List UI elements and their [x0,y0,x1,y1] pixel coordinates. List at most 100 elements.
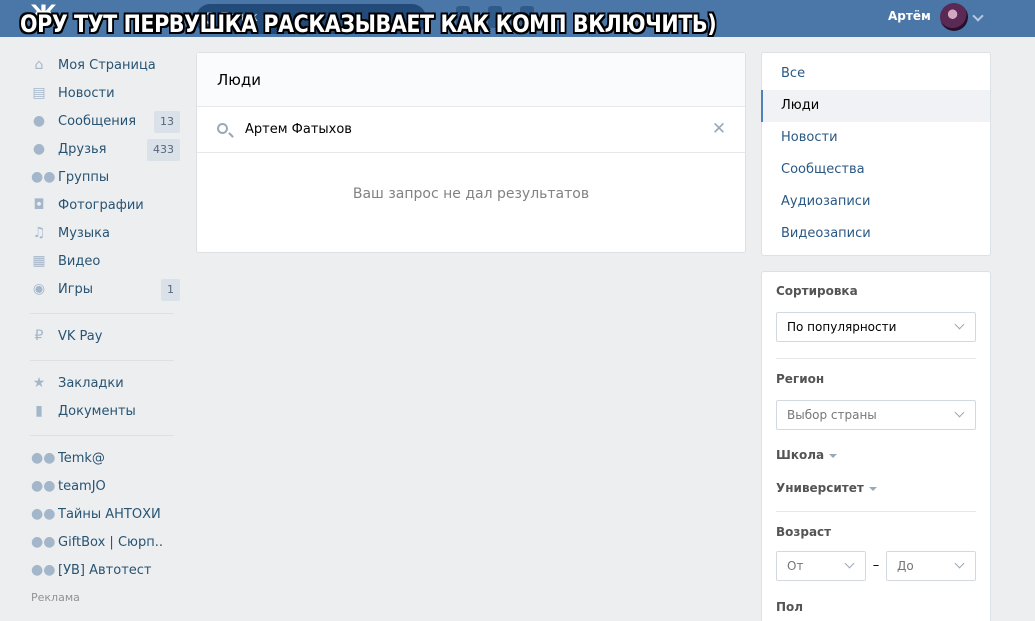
country-select-placeholder: Выбор страны [787,408,877,422]
tab-2[interactable]: Новости [762,122,990,154]
search-results-card: Люди Артем Фатыхов ✕ Ваш запрос не дал р… [196,52,746,253]
sidebar-item-label: Фотографии [58,198,144,213]
sidebar-item-label: Друзья [58,142,107,157]
games-icon: ◉ [32,281,46,297]
count-badge: 1 [161,279,180,301]
sidebar-item-friends[interactable]: ● Друзья 433 [30,136,180,164]
home-icon: ⌂ [34,57,44,73]
tab-1[interactable]: Люди [761,90,990,122]
search-section-tabs: Все Люди Новости Сообщества Аудиозаписи Видео… [761,52,991,256]
sidebar-item-games[interactable]: ◉ Игры 1 [30,276,180,304]
chevron-down-icon [954,319,965,330]
tab-0[interactable]: Все [762,58,990,90]
country-select[interactable]: Выбор страны [776,400,976,430]
region-title: Регион [776,372,825,386]
sidebar-item-community-4[interactable]: ●● [УВ] Автотест [30,557,180,585]
sidebar-item-messages[interactable]: ● Сообщения 13 [30,108,180,136]
search-filters: Сортировка По популярности Регион Выбор … [761,271,991,621]
sidebar-item-label: Тайны АНТОХИ [58,507,161,522]
community-icon: ●● [31,478,56,494]
groups-icon: ●● [31,169,56,185]
university-filter-toggle[interactable]: Университет [776,481,976,495]
age-to-value: До [897,559,914,573]
meme-caption: ОРУ ТУТ ПЕРВУШКА РАСКАЗЫВАЕТ КАК КОМП ВК… [20,10,717,38]
close-icon[interactable]: ✕ [711,119,727,139]
sidebar-divider [30,360,174,361]
people-search-bar: Артем Фатыхов ✕ [197,107,745,153]
sidebar: ⌂ Моя Страница ▤ Новости ● Сообщения 13 ● Друзья… [30,52,180,604]
chevron-down-icon [972,10,984,22]
age-title: Возраст [776,525,832,539]
sidebar-item-label: Группы [58,170,110,185]
sidebar-item-news[interactable]: ▤ Новости [30,80,180,108]
top-user-name: Артём [888,9,931,23]
count-badge: 433 [147,139,180,161]
sidebar-item-label: GiftBox | Сюрп.. [58,535,163,550]
filter-divider [776,511,976,512]
age-from-value: От [787,559,804,573]
sidebar-item-label: Музыка [58,226,110,241]
friends-icon: ● [32,141,46,157]
community-icon: ●● [31,506,56,522]
age-from-select[interactable]: От [776,551,866,581]
document-icon: ▮ [35,403,43,419]
tab-3[interactable]: Сообщества [762,154,990,186]
sidebar-item-label: Документы [58,404,136,419]
age-range-dash: – [872,558,880,573]
camera-icon: ◘ [33,197,45,213]
sidebar-item-home[interactable]: ⌂ Моя Страница [30,52,180,80]
school-filter-toggle[interactable]: Школа [776,448,976,462]
sidebar-item-community-0[interactable]: ●● Temk@ [30,445,180,473]
community-icon: ●● [31,562,56,578]
age-to-select[interactable]: До [886,551,976,581]
dropdown-arrow-icon [829,453,838,458]
count-badge: 13 [154,111,180,133]
sidebar-divider [30,435,174,436]
sort-title: Сортировка [776,284,858,298]
page-title: Люди [197,53,745,107]
filter-divider [776,358,976,359]
community-icon: ●● [31,450,56,466]
dropdown-arrow-icon [868,486,877,491]
sidebar-item-document[interactable]: ▮ Документы [30,398,180,426]
sidebar-item-community-3[interactable]: ●● GiftBox | Сюрп.. [30,529,180,557]
sidebar-item-label: teamJO [58,479,106,494]
search-icon [217,123,228,134]
sort-select-value: По популярности [787,320,897,334]
sidebar-item-community-2[interactable]: ●● Тайны АНТОХИ [30,501,180,529]
tab-5[interactable]: Видеозаписи [762,218,990,250]
chevron-down-icon [844,558,855,569]
music-icon: ♫ [32,225,46,241]
school-filter-label: Школа [776,448,825,462]
sidebar-item-video[interactable]: ▦ Видео [30,248,180,276]
community-icon: ●● [31,534,56,550]
sidebar-item-label: Сообщения [58,114,137,129]
chevron-down-icon [954,407,965,418]
tab-4[interactable]: Аудиозаписи [762,186,990,218]
sidebar-item-vkpay[interactable]: ₽ VK Pay [30,323,180,351]
sidebar-item-groups[interactable]: ●● Группы [30,164,180,192]
messages-icon: ● [32,113,46,129]
video-icon: ▦ [32,253,46,269]
sidebar-item-music[interactable]: ♫ Музыка [30,220,180,248]
sidebar-item-community-1[interactable]: ●● teamJO [30,473,180,501]
people-search-input[interactable]: Артем Фатыхов [245,107,352,153]
gender-title: Пол [776,600,804,614]
chevron-down-icon [954,558,965,569]
empty-results-text: Ваш запрос не дал результатов [352,186,590,202]
sidebar-item-label: Temk@ [58,451,105,466]
news-icon: ▤ [32,85,46,101]
sidebar-item-label: Новости [58,86,115,101]
sort-select[interactable]: По популярности [776,312,976,342]
ads-label[interactable]: Реклама [30,591,180,604]
sidebar-item-label: Игры [58,282,94,297]
sidebar-divider [30,313,174,314]
avatar [940,3,968,31]
sidebar-item-label: [УВ] Автотест [58,563,152,578]
sidebar-item-label: Видео [58,254,101,269]
age-range: От – До [776,551,976,581]
vkpay-icon: ₽ [34,328,44,344]
university-filter-label: Университет [776,481,864,495]
sidebar-item-star[interactable]: ★ Закладки [30,370,180,398]
sidebar-item-camera[interactable]: ◘ Фотографии [30,192,180,220]
